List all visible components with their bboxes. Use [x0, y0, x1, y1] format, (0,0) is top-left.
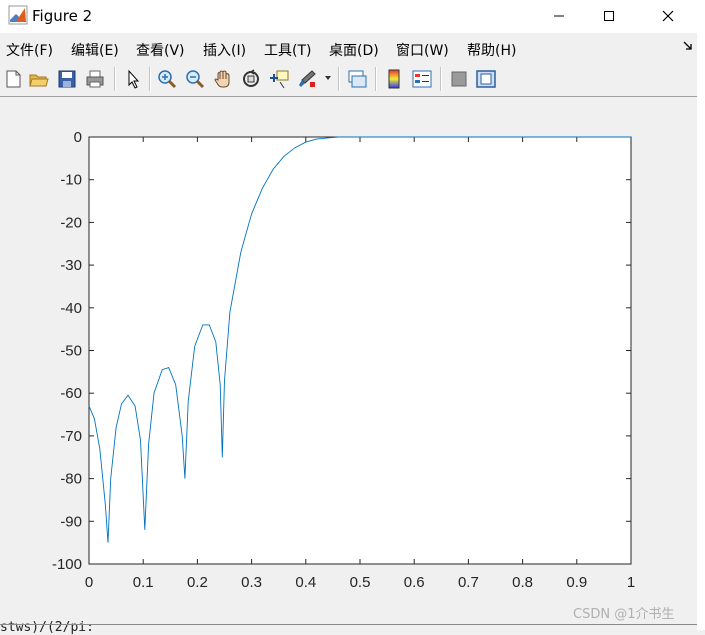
x-tick-label: 0.8: [512, 574, 533, 591]
y-tick-label: -10: [60, 172, 82, 189]
print-icon[interactable]: [84, 68, 106, 90]
toolbar-separator: [440, 67, 442, 91]
background-window-edge: [697, 0, 705, 630]
data-cursor-icon[interactable]: [268, 68, 290, 90]
bottom-border: [0, 624, 697, 625]
show-plot-tools-icon[interactable]: [475, 68, 497, 90]
close-button[interactable]: [645, 0, 691, 32]
link-plot-icon[interactable]: [346, 68, 368, 90]
x-tick-label: 1: [627, 574, 635, 591]
y-tick-label: -80: [60, 471, 82, 488]
menu-bar: 文件(F) 编辑(E) 查看(V) 插入(I) 工具(T) 桌面(D) 窗口(W…: [0, 33, 697, 63]
new-figure-icon[interactable]: [2, 68, 24, 90]
hide-plot-tools-icon[interactable]: [448, 68, 470, 90]
figure-toolbar: [0, 63, 697, 95]
x-tick-label: 0.9: [566, 574, 587, 591]
y-tick-label: -20: [60, 214, 82, 231]
watermark-text: CSDN @1介书生: [573, 607, 675, 622]
window-title: Figure 2: [32, 7, 93, 25]
y-tick-label: -30: [60, 257, 82, 274]
maximize-icon: [604, 11, 614, 21]
x-tick-label: 0.1: [133, 574, 154, 591]
legend-icon[interactable]: [411, 68, 433, 90]
brush-dropdown-icon[interactable]: [324, 74, 332, 82]
menu-help[interactable]: 帮助(H): [467, 40, 516, 60]
toolbar-separator: [114, 67, 116, 91]
toolbar-separator: [375, 67, 377, 91]
minimize-icon: [554, 15, 564, 17]
y-tick-label: 0: [74, 129, 82, 146]
x-tick-labels: 0 0.1 0.2 0.3 0.4 0.5 0.6 0.7 0.8 0.9 1: [85, 574, 635, 591]
menu-desktop[interactable]: 桌面(D): [329, 40, 379, 60]
x-tick-label: 0.7: [458, 574, 479, 591]
toolbar-separator: [149, 67, 151, 91]
x-tick-label: 0.3: [241, 574, 262, 591]
x-tick-label: 0.5: [350, 574, 371, 591]
y-tick-label: -100: [52, 556, 82, 573]
pointer-icon[interactable]: [122, 68, 144, 90]
y-tick-labels: 0 -10 -20 -30 -40 -50 -60 -70 -80 -90 -100: [52, 129, 82, 573]
close-icon: [662, 10, 674, 22]
zoom-out-icon[interactable]: [184, 68, 206, 90]
y-tick-label: -50: [60, 343, 82, 360]
y-tick-label: -70: [60, 428, 82, 445]
menu-edit[interactable]: 编辑(E): [71, 40, 119, 60]
dock-figure-icon[interactable]: [683, 41, 693, 51]
y-tick-label: -60: [60, 385, 82, 402]
maximize-button[interactable]: [586, 0, 632, 32]
zoom-in-icon[interactable]: [156, 68, 178, 90]
open-file-icon[interactable]: [28, 68, 50, 90]
menu-file[interactable]: 文件(F): [6, 40, 53, 60]
toolbar-separator: [338, 67, 340, 91]
plot-axes[interactable]: 0 -10 -20 -30 -40 -50 -60 -70 -80 -90 -100 0 0.1 0.2…: [0, 97, 697, 630]
figure-window: Figure 2 文件(F) 编辑(E) 查看(V) 插入(I) 工具(T) 桌…: [0, 0, 697, 635]
menu-window[interactable]: 窗口(W): [396, 40, 449, 60]
x-tick-label: 0.4: [295, 574, 316, 591]
figure-canvas: 0 -10 -20 -30 -40 -50 -60 -70 -80 -90 -100 0 0.1 0.2…: [0, 97, 697, 630]
menu-insert[interactable]: 插入(I): [203, 40, 246, 60]
y-tick-label: -40: [60, 300, 82, 317]
menu-tools[interactable]: 工具(T): [264, 40, 311, 60]
pan-hand-icon[interactable]: [212, 68, 234, 90]
menu-view[interactable]: 查看(V): [136, 40, 185, 60]
x-tick-label: 0: [85, 574, 93, 591]
background-code-text: stws)/(2/pi:: [0, 620, 94, 635]
y-tick-label: -90: [60, 513, 82, 530]
rotate-3d-icon[interactable]: [240, 68, 262, 90]
colorbar-icon[interactable]: [383, 68, 405, 90]
save-icon[interactable]: [56, 68, 78, 90]
minimize-button[interactable]: [536, 0, 582, 32]
x-tick-label: 0.6: [404, 574, 425, 591]
matlab-logo-icon: [8, 5, 28, 25]
title-bar: Figure 2: [0, 0, 697, 33]
brush-icon[interactable]: [296, 68, 318, 90]
x-tick-label: 0.2: [187, 574, 208, 591]
axes-background: [88, 136, 632, 565]
